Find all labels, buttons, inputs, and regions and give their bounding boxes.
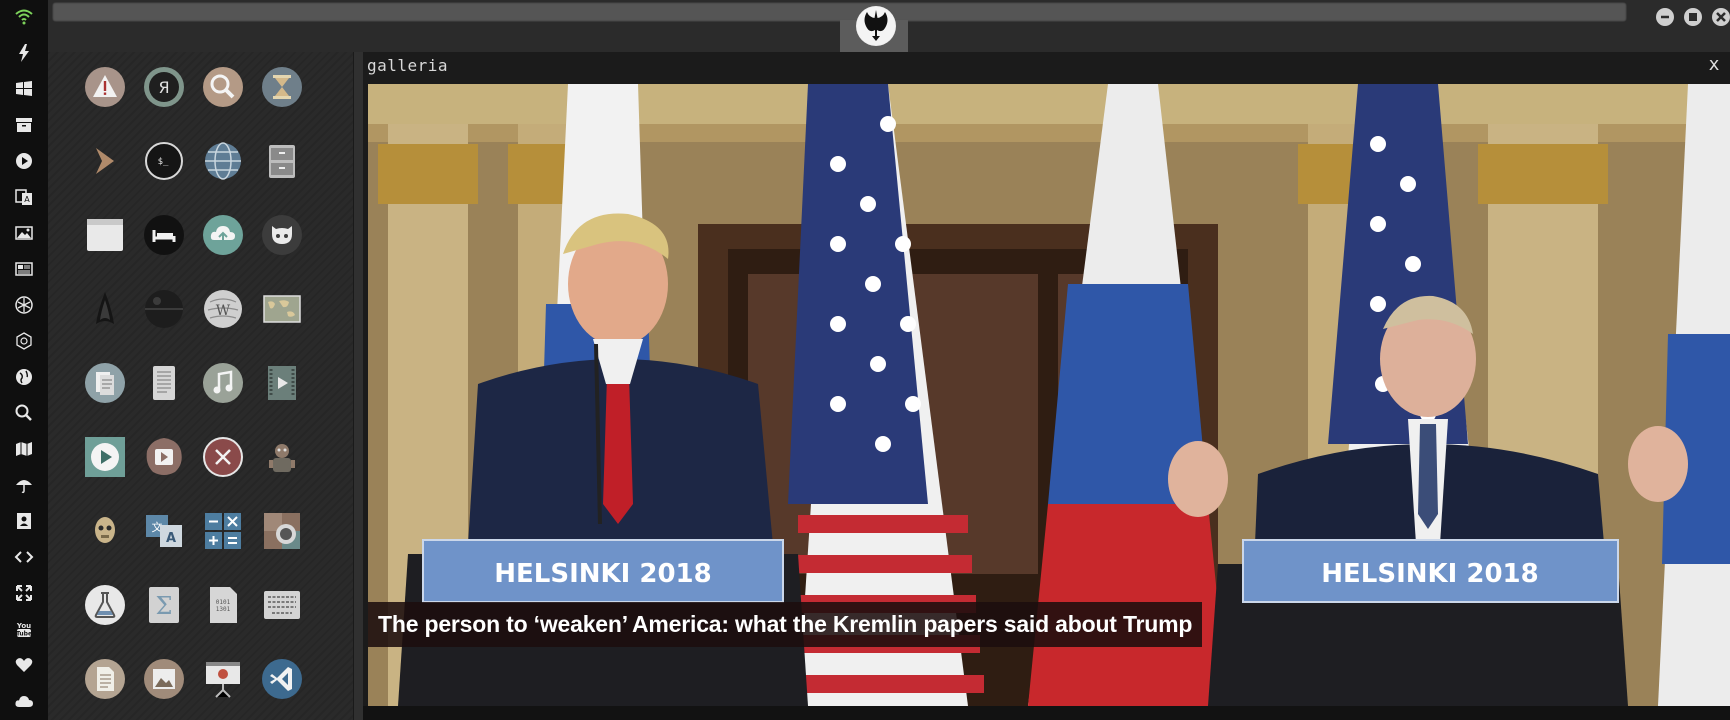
camera-icon[interactable] (261, 510, 303, 552)
sigma-icon[interactable]: Σ (143, 584, 185, 626)
github-icon[interactable] (261, 214, 303, 256)
world-map-icon[interactable] (261, 288, 303, 330)
lightning-icon[interactable] (8, 38, 40, 68)
expand-icon[interactable] (8, 578, 40, 608)
warning-app-icon[interactable] (84, 66, 126, 108)
svg-text:A: A (166, 531, 176, 546)
forward-arrow-icon[interactable] (84, 140, 126, 182)
contacts-icon[interactable] (8, 506, 40, 536)
text-editor-icon[interactable] (143, 362, 185, 404)
wifi-icon[interactable] (8, 2, 40, 32)
video-player-icon[interactable] (143, 436, 185, 478)
gallery-title: galleria (367, 56, 449, 75)
svg-text:Tube: Tube (16, 631, 32, 638)
wikipedia-icon[interactable]: W (202, 288, 244, 330)
search-app-icon[interactable] (202, 66, 244, 108)
death-star-icon[interactable] (143, 288, 185, 330)
globe-app-icon[interactable] (202, 140, 244, 182)
chemistry-icon[interactable] (84, 584, 126, 626)
map-icon[interactable] (8, 434, 40, 464)
x-circle-icon[interactable] (202, 436, 244, 478)
calculator-icon[interactable] (202, 510, 244, 552)
globe-icon[interactable] (8, 362, 40, 392)
windows-icon[interactable] (8, 74, 40, 104)
music-icon[interactable] (202, 362, 244, 404)
starfleet-icon[interactable] (84, 288, 126, 330)
app-launcher-panel: Я $_ W 文 A Σ 0101 1301 (48, 52, 353, 720)
media-player-icon[interactable] (84, 436, 126, 478)
close-icon[interactable] (1712, 8, 1730, 26)
search-icon[interactable] (8, 398, 40, 428)
translate-icon[interactable]: A (8, 182, 40, 212)
yandex-browser-icon[interactable]: Я (143, 66, 185, 108)
photo-caption: The person to ‘weaken’ America: what the… (368, 602, 1203, 647)
minimize-icon[interactable] (1656, 8, 1674, 26)
video-icon[interactable] (261, 362, 303, 404)
svg-text:0101: 0101 (216, 599, 231, 606)
binary-file-icon[interactable]: 0101 1301 (202, 584, 244, 626)
top-bar (48, 0, 1730, 53)
gallery-bottom-bar (363, 706, 1730, 720)
maximize-icon[interactable] (1684, 8, 1702, 26)
file-cabinet-icon[interactable] (261, 140, 303, 182)
window-app-icon[interactable] (84, 214, 126, 256)
code-icon[interactable] (8, 542, 40, 572)
gallery-window: galleria x HELSINKI 2018 HELSINKI 2018 T… (363, 52, 1730, 720)
umbrella-icon[interactable] (8, 470, 40, 500)
empire-icon[interactable] (8, 326, 40, 356)
svg-text:1301: 1301 (216, 606, 231, 613)
hourglass-icon[interactable] (261, 66, 303, 108)
image-viewer-icon[interactable] (143, 658, 185, 700)
rebel-alliance-icon[interactable] (8, 290, 40, 320)
heart-icon[interactable] (8, 650, 40, 680)
newspaper-icon[interactable] (8, 254, 40, 284)
document-viewer-icon[interactable] (84, 362, 126, 404)
document-icon[interactable] (84, 658, 126, 700)
svg-text:You: You (16, 622, 31, 630)
address-field[interactable] (52, 2, 1627, 22)
podium-right-label: HELSINKI 2018 (1321, 559, 1538, 589)
cloud-icon[interactable] (8, 686, 40, 716)
podium-left-label: HELSINKI 2018 (494, 559, 711, 589)
svg-text:Σ: Σ (156, 592, 173, 620)
presentation-icon[interactable] (202, 658, 244, 700)
svg-text:W: W (216, 303, 231, 319)
terminal-icon[interactable]: $_ (143, 140, 185, 182)
rebel-alliance-icon[interactable] (856, 6, 896, 46)
youtube-icon[interactable]: You Tube (8, 614, 40, 644)
cloud-upload-icon[interactable] (202, 214, 244, 256)
robot-icon[interactable] (261, 436, 303, 478)
play-circle-icon[interactable] (8, 146, 40, 176)
svg-text:A: A (24, 195, 30, 204)
image-icon[interactable] (8, 218, 40, 248)
keyboard-icon[interactable] (261, 584, 303, 626)
c3po-icon[interactable] (84, 510, 126, 552)
vscode-icon[interactable] (261, 658, 303, 700)
svg-text:$_: $_ (158, 157, 169, 167)
translator-icon[interactable]: 文A (143, 510, 185, 552)
svg-text:Я: Я (158, 78, 169, 97)
left-dock: A You Tube (0, 0, 48, 720)
archive-icon[interactable] (8, 110, 40, 140)
bed-icon[interactable] (143, 214, 185, 256)
gallery-close-button[interactable]: x (1704, 54, 1724, 76)
